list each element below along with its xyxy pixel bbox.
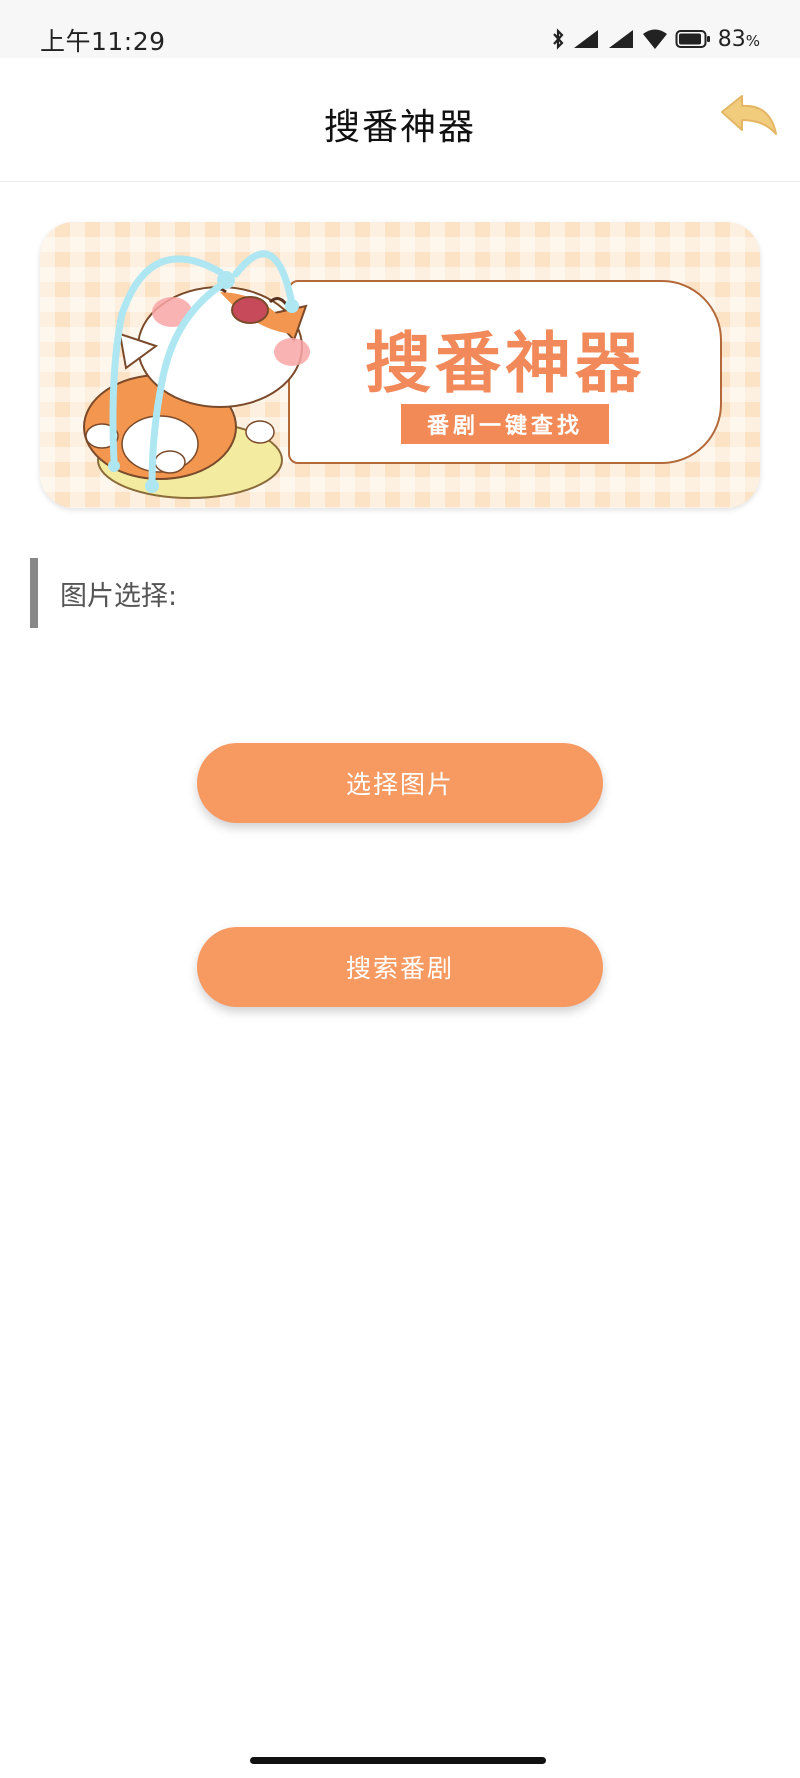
app-header: 搜番神器 xyxy=(0,58,800,182)
signal-icon xyxy=(607,28,635,50)
status-bar: 上午11:29 83% xyxy=(0,0,800,58)
banner-card: 搜番神器 番剧一键查找 xyxy=(288,280,722,464)
image-selection-label: 图片选择: xyxy=(30,558,177,628)
wifi-icon xyxy=(642,28,668,50)
status-icons: 83% xyxy=(551,24,760,54)
status-time: 上午11:29 xyxy=(40,27,166,56)
back-arrow-icon xyxy=(721,95,777,135)
banner: 搜番神器 番剧一键查找 xyxy=(40,222,760,508)
bluetooth-icon xyxy=(551,28,565,50)
banner-title: 搜番神器 xyxy=(365,325,645,402)
banner-subtitle: 番剧一键查找 xyxy=(400,404,609,444)
select-image-button[interactable]: 选择图片 xyxy=(197,743,603,823)
battery-icon xyxy=(675,28,711,50)
signal-icon xyxy=(572,28,600,50)
back-button[interactable] xyxy=(718,92,782,142)
crying-cat-illustration xyxy=(83,250,310,499)
battery-percent: 83% xyxy=(717,26,760,52)
search-anime-button[interactable]: 搜索番剧 xyxy=(197,927,603,1007)
page-title: 搜番神器 xyxy=(323,107,476,148)
home-indicator[interactable] xyxy=(250,1757,546,1764)
